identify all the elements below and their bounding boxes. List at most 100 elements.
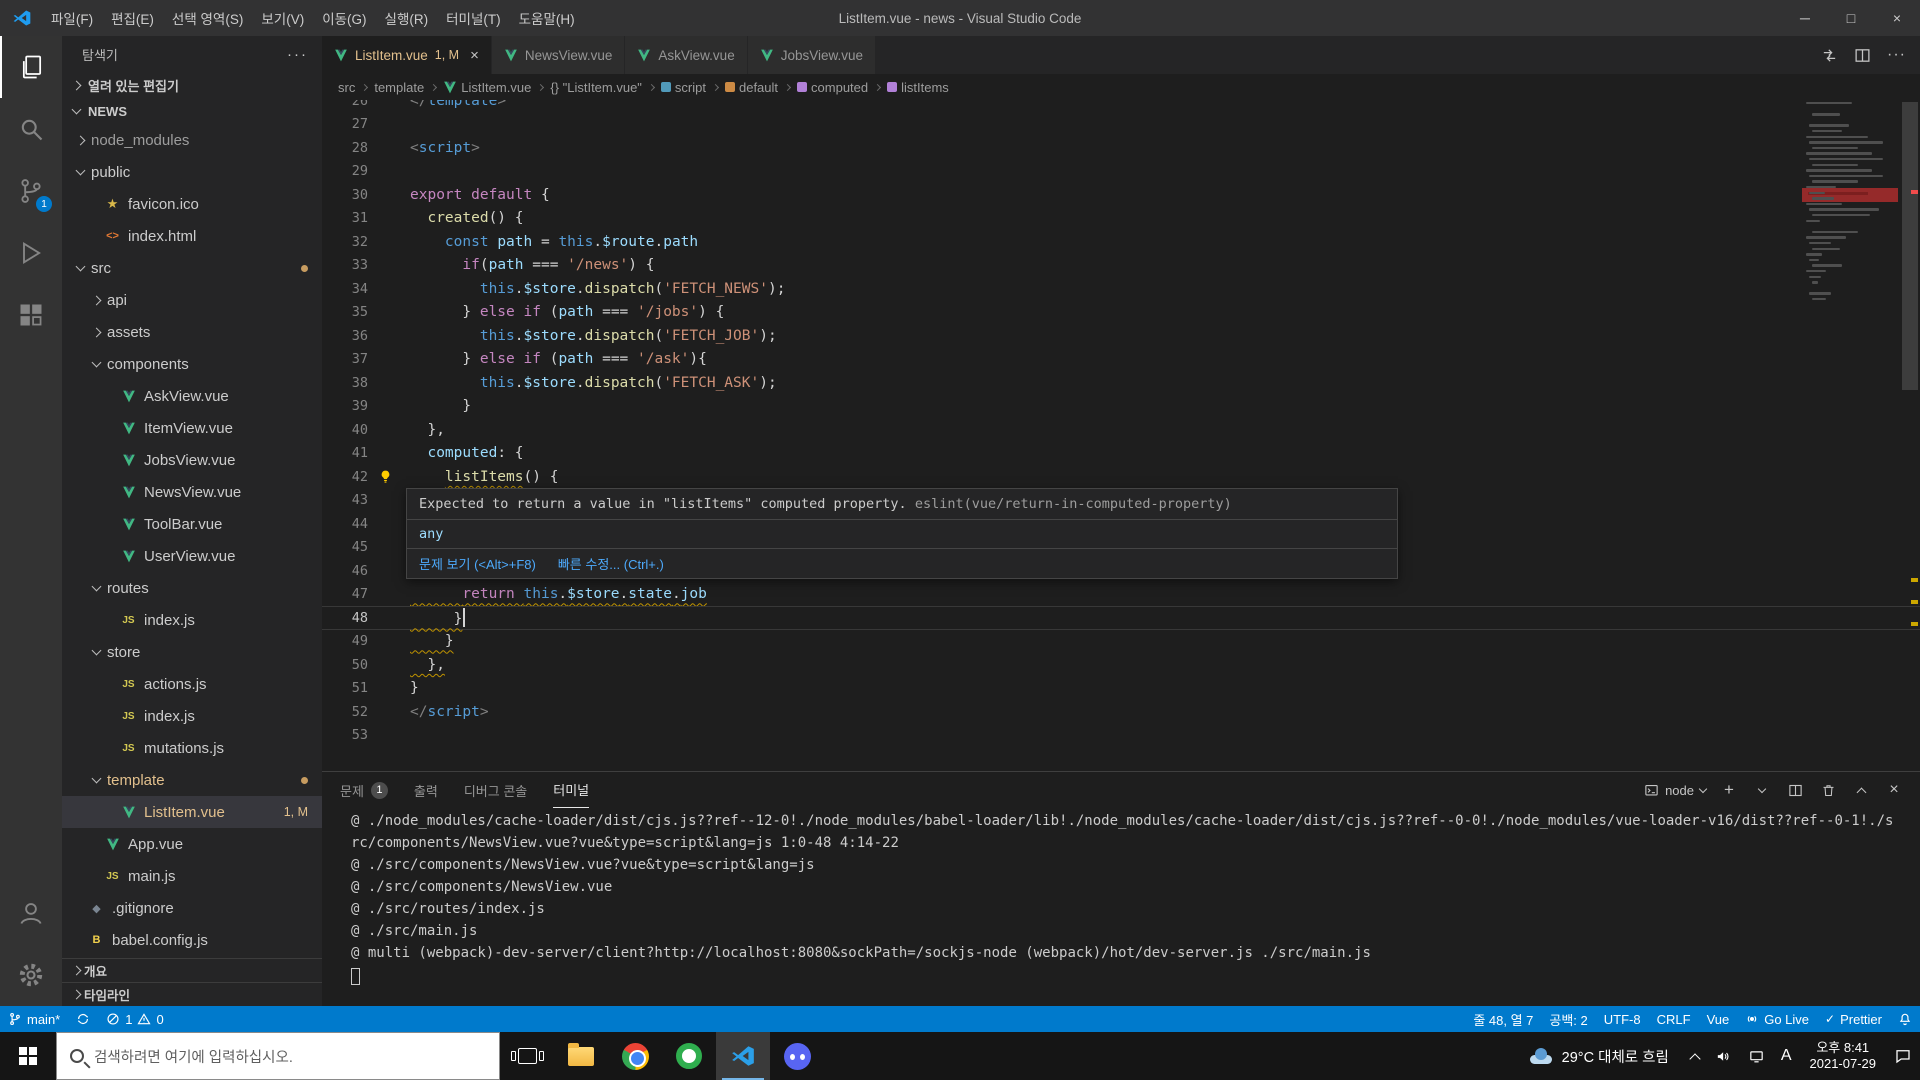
timeline-section[interactable]: 타임라인	[62, 982, 322, 1006]
code-line-47[interactable]: 47 return this.$store.state.job	[322, 583, 1920, 607]
editor-scrollbar[interactable]	[1900, 100, 1920, 771]
breadcrumb-item-script[interactable]: script	[660, 80, 706, 95]
tree-item-favicon.ico[interactable]: ★ favicon.ico	[62, 188, 322, 220]
tree-item-App.vue[interactable]: App.vue	[62, 828, 322, 860]
code-line-33[interactable]: 33 if(path === '/news') {	[322, 254, 1920, 278]
git-branch-status[interactable]: main*	[0, 1006, 68, 1032]
minimize-button[interactable]: ─	[1782, 0, 1828, 36]
panel-tab-디버그 콘솔[interactable]: 디버그 콘솔	[464, 772, 527, 808]
outline-section[interactable]: 개요	[62, 958, 322, 982]
tree-item-ListItem.vue[interactable]: ListItem.vue 1, M	[62, 796, 322, 828]
project-section-header[interactable]: NEWS	[62, 98, 322, 124]
problems-status[interactable]: 1 0	[98, 1006, 171, 1032]
code-line-28[interactable]: 28 <script>	[322, 136, 1920, 160]
tree-item-ItemView.vue[interactable]: ItemView.vue	[62, 412, 322, 444]
eslint-rule-link[interactable]: eslint(vue/return-in-computed-property)	[915, 496, 1232, 512]
go-live-status[interactable]: Go Live	[1737, 1006, 1817, 1032]
breadcrumb-item-src[interactable]: src	[338, 80, 355, 95]
more-actions-icon[interactable]: ···	[287, 46, 308, 63]
menu-item[interactable]: 편집(E)	[102, 0, 163, 36]
tree-item-src[interactable]: src	[62, 252, 322, 284]
close-icon[interactable]: ×	[470, 47, 479, 64]
tree-item-api[interactable]: api	[62, 284, 322, 316]
task-view-button[interactable]	[500, 1032, 554, 1080]
code-line-32[interactable]: 32 const path = this.$route.path	[322, 230, 1920, 254]
editor-tab-NewsView.vue[interactable]: NewsView.vue	[491, 36, 626, 74]
breadcrumb-item-computed[interactable]: computed	[797, 80, 868, 95]
green-circle-app[interactable]	[662, 1032, 716, 1080]
tree-item-AskView.vue[interactable]: AskView.vue	[62, 380, 322, 412]
network-icon[interactable]	[1740, 1032, 1773, 1080]
tree-item-node_modules[interactable]: node_modules	[62, 124, 322, 156]
account-icon[interactable]	[0, 882, 62, 944]
tree-item-NewsView.vue[interactable]: NewsView.vue	[62, 476, 322, 508]
code-line-34[interactable]: 34 this.$store.dispatch('FETCH_NEWS');	[322, 277, 1920, 301]
vscode-app[interactable]	[716, 1032, 770, 1080]
tree-item-.gitignore[interactable]: ◆ .gitignore	[62, 892, 322, 924]
panel-tab-문제[interactable]: 문제 1	[340, 772, 388, 808]
weather-widget[interactable]: 29°C 대체로 흐림	[1514, 1046, 1683, 1067]
open-editors-section[interactable]: 열려 있는 편집기	[62, 72, 322, 98]
split-editor-icon[interactable]	[1854, 47, 1871, 64]
tree-item-template[interactable]: template	[62, 764, 322, 796]
menu-item[interactable]: 보기(V)	[252, 0, 313, 36]
breadcrumb-item-ListItemvue[interactable]: ListItem.vue	[443, 80, 531, 95]
code-line-35[interactable]: 35 } else if (path === '/jobs') {	[322, 301, 1920, 325]
tree-item-index.js[interactable]: JS index.js	[62, 604, 322, 636]
breadcrumb-item-default[interactable]: default	[724, 80, 778, 95]
scrollbar-slider[interactable]	[1902, 102, 1918, 390]
code-line-39[interactable]: 39 }	[322, 395, 1920, 419]
tree-item-public[interactable]: public	[62, 156, 322, 188]
language-mode-status[interactable]: Vue	[1699, 1006, 1738, 1032]
minimap[interactable]	[1802, 102, 1898, 352]
source-control-icon[interactable]: 1	[0, 160, 62, 222]
panel-tab-터미널[interactable]: 터미널	[553, 772, 590, 808]
code-line-30[interactable]: 30 export default {	[322, 183, 1920, 207]
sync-icon[interactable]	[68, 1006, 98, 1032]
tree-item-babel.config.js[interactable]: Bbabel.config.js	[62, 924, 322, 956]
view-problem-link[interactable]: 문제 보기 (<Alt>+F8)	[419, 554, 536, 573]
maximize-panel-icon[interactable]	[1851, 777, 1871, 803]
editor-tab-JobsView.vue[interactable]: JobsView.vue	[747, 36, 877, 74]
code-line-37[interactable]: 37 } else if (path === '/ask'){	[322, 348, 1920, 372]
split-terminal-icon[interactable]	[1785, 777, 1805, 803]
search-icon[interactable]	[0, 98, 62, 160]
editor-tab-AskView.vue[interactable]: AskView.vue	[625, 36, 748, 74]
new-terminal-icon[interactable]: +	[1719, 777, 1739, 803]
explorer-icon[interactable]	[0, 36, 62, 98]
run-debug-icon[interactable]	[0, 222, 62, 284]
quick-fix-link[interactable]: 빠른 수정... (Ctrl+.)	[558, 554, 664, 573]
open-changes-icon[interactable]	[1821, 47, 1838, 64]
tree-item-index.js[interactable]: JS index.js	[62, 700, 322, 732]
breadcrumb-item-ListItemvue[interactable]: {} "ListItem.vue"	[550, 80, 642, 95]
maximize-button[interactable]: □	[1828, 0, 1874, 36]
tree-item-UserView.vue[interactable]: UserView.vue	[62, 540, 322, 572]
tree-item-main.js[interactable]: JS main.js	[62, 860, 322, 892]
menu-item[interactable]: 터미널(T)	[437, 0, 510, 36]
code-line-31[interactable]: 31 created() {	[322, 207, 1920, 231]
more-actions-icon[interactable]: ···	[1887, 46, 1906, 64]
code-area[interactable]: 26 </template> 27 28 <script> 29 30 export defa…	[322, 100, 1920, 771]
indentation-status[interactable]: 공백: 2	[1541, 1006, 1595, 1032]
settings-gear-icon[interactable]	[0, 944, 62, 1006]
code-line-49[interactable]: 49 }	[322, 630, 1920, 654]
tree-item-store[interactable]: store	[62, 636, 322, 668]
action-center-icon[interactable]	[1886, 1032, 1920, 1080]
tree-item-mutations.js[interactable]: JS mutations.js	[62, 732, 322, 764]
breadcrumb-item-listItems[interactable]: listItems	[887, 80, 949, 95]
terminal-dropdown-icon[interactable]	[1752, 777, 1772, 803]
lightbulb-icon[interactable]	[378, 469, 393, 484]
panel-tab-출력[interactable]: 출력	[414, 772, 438, 808]
editor-tab-ListItem.vue[interactable]: ListItem.vue 1, M ×	[322, 36, 492, 74]
prettier-status[interactable]: ✓ Prettier	[1817, 1006, 1890, 1032]
tree-item-routes[interactable]: routes	[62, 572, 322, 604]
kill-terminal-icon[interactable]	[1818, 777, 1838, 803]
ime-language-indicator[interactable]: A	[1773, 1032, 1800, 1080]
tree-item-index.html[interactable]: <> index.html	[62, 220, 322, 252]
tree-item-assets[interactable]: assets	[62, 316, 322, 348]
tree-item-components[interactable]: components	[62, 348, 322, 380]
code-line-42[interactable]: 42 listItems() {	[322, 465, 1920, 489]
breadcrumb-item-template[interactable]: template	[374, 80, 424, 95]
code-line-41[interactable]: 41 computed: {	[322, 442, 1920, 466]
notifications-bell-icon[interactable]	[1890, 1006, 1920, 1032]
